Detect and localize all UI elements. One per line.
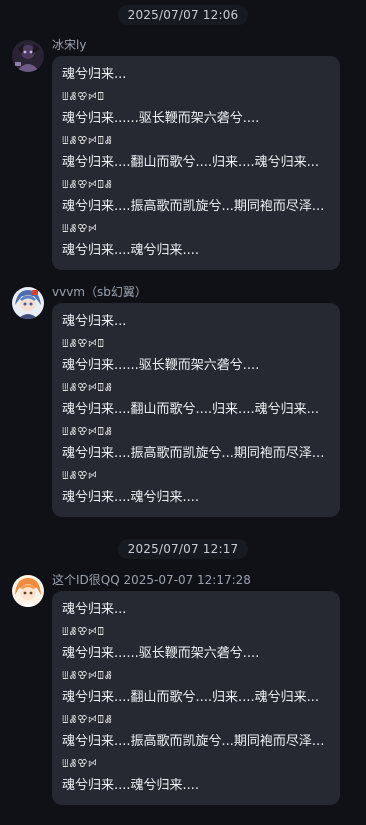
- message-line: ꔗꗡꕢꗯꘖ: [62, 337, 105, 350]
- message-line: ꔗꗡꕢꗯꘖ: [62, 625, 105, 638]
- message-line: 魂兮归来....振高歌而凯旋兮...期同袍而尽泽...: [62, 199, 325, 214]
- message-line: 魂兮归来....魂兮归来....: [62, 243, 200, 258]
- message-line: 魂兮归来...: [62, 602, 127, 617]
- chat-view: 2025/07/07 12:06 冰宋ly 魂兮归来... ꔗꗡꕢꗯꘖ 魂兮归来…: [0, 0, 366, 825]
- message-line: 魂兮归来....振高歌而凯旋兮...期同袍而尽泽...: [62, 734, 325, 749]
- dark-anime-avatar-icon[interactable]: [12, 40, 44, 72]
- message-line: 魂兮归来...: [62, 314, 127, 329]
- timestamp-label: 2025/07/07 12:17: [117, 539, 249, 559]
- timestamp-label: 2025/07/07 12:06: [117, 5, 249, 25]
- timestamp-divider: 2025/07/07 12:17: [0, 538, 366, 560]
- message-line: ꔗꗡꕢꗯꘖꗡ: [62, 425, 113, 438]
- message-line: 魂兮归来....翻山而歌兮....归来....魂兮归来...: [62, 402, 319, 417]
- message-bubble[interactable]: 魂兮归来... ꔗꗡꕢꗯꘖ 魂兮归来......驱长鞭而架六砻兮.... ꔗꗡꕢ…: [52, 303, 340, 517]
- blue-hair-anime-avatar-icon[interactable]: [12, 287, 44, 319]
- timestamp-divider: 2025/07/07 12:06: [0, 4, 366, 26]
- message-line: 魂兮归来......驱长鞭而架六砻兮....: [62, 646, 260, 661]
- message-line: ꔗꗡꕢꗯꘖꗡ: [62, 713, 113, 726]
- message-line: 魂兮归来......驱长鞭而架六砻兮....: [62, 358, 260, 373]
- message-line: ꔗꗡꕢꗯꘖꗡ: [62, 381, 113, 394]
- message-bubble[interactable]: 魂兮归来... ꔗꗡꕢꗯꘖ 魂兮归来......驱长鞭而架六砻兮.... ꔗꗡꕢ…: [52, 591, 340, 805]
- sender-name[interactable]: 冰宋ly: [52, 36, 86, 53]
- message-line: ꔗꗡꕢꗯꘖꗡ: [62, 669, 113, 682]
- message-line: 魂兮归来...: [62, 67, 127, 82]
- message-line: 魂兮归来....翻山而歌兮....归来....魂兮归来...: [62, 690, 319, 705]
- orange-hair-anime-avatar-icon[interactable]: [12, 575, 44, 607]
- message-line: ꔗꗡꕢꗯꘖꗡ: [62, 178, 113, 191]
- message-bubble[interactable]: 魂兮归来... ꔗꗡꕢꗯꘖ 魂兮归来......驱长鞭而架六砻兮.... ꔗꗡꕢ…: [52, 56, 340, 270]
- message-line: ꔗꗡꕢꗯ: [62, 222, 98, 235]
- message-line: 魂兮归来....魂兮归来....: [62, 490, 200, 505]
- message-line: ꔗꗡꕢꗯ: [62, 757, 98, 770]
- message-line: 魂兮归来....魂兮归来....: [62, 778, 200, 793]
- message-line: ꔗꗡꕢꗯꘖꗡ: [62, 134, 113, 147]
- sender-name[interactable]: 这个ID很QQ 2025-07-07 12:17:28: [52, 571, 251, 588]
- message-line: ꔗꗡꕢꗯ: [62, 469, 98, 482]
- message-line: ꔗꗡꕢꗯꘖ: [62, 90, 105, 103]
- sender-name[interactable]: vvvm（sb幻翼）: [52, 283, 147, 300]
- message-line: 魂兮归来......驱长鞭而架六砻兮....: [62, 111, 260, 126]
- message-line: 魂兮归来....振高歌而凯旋兮...期同袍而尽泽...: [62, 446, 325, 461]
- message-line: 魂兮归来....翻山而歌兮....归来....魂兮归来...: [62, 155, 319, 170]
